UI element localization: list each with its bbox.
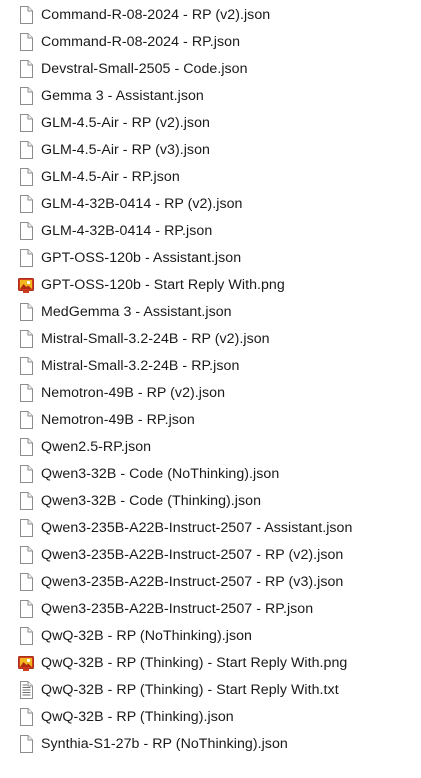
file-list-item[interactable]: GLM-4.5-Air - RP.json [0, 164, 421, 191]
file-list-item[interactable]: MedGemma 3 - Assistant.json [0, 299, 421, 326]
document-file-icon [17, 113, 35, 133]
file-list-item[interactable]: Qwen3-235B-A22B-Instruct-2507 - Assistan… [0, 515, 421, 542]
file-name: QwQ-32B - RP (Thinking) - Start Reply Wi… [41, 655, 348, 671]
file-name: GLM-4.5-Air - RP (v3).json [41, 142, 210, 158]
file-name: Command-R-08-2024 - RP (v2).json [41, 7, 271, 23]
file-name: QwQ-32B - RP (Thinking) - Start Reply Wi… [41, 682, 339, 698]
file-list-item[interactable]: Mistral-Small-3.2-24B - RP.json [0, 353, 421, 380]
file-name: Qwen3-235B-A22B-Instruct-2507 - Assistan… [41, 520, 353, 536]
file-list-item[interactable]: Devstral-Small-2505 - Code.json [0, 56, 421, 83]
file-list: Command-R-08-2024 - RP (v2).json Command… [0, 2, 421, 758]
file-name: MedGemma 3 - Assistant.json [41, 304, 232, 320]
document-file-icon [17, 599, 35, 619]
document-file-icon [17, 32, 35, 52]
file-list-item[interactable]: Qwen2.5-RP.json [0, 434, 421, 461]
file-list-item[interactable]: Qwen3-32B - Code (NoThinking).json [0, 461, 421, 488]
document-file-icon [17, 167, 35, 187]
document-file-icon [17, 383, 35, 403]
file-list-item[interactable]: QwQ-32B - RP (Thinking) - Start Reply Wi… [0, 650, 421, 677]
file-list-item[interactable]: Qwen3-235B-A22B-Instruct-2507 - RP (v3).… [0, 569, 421, 596]
file-list-item[interactable]: GLM-4-32B-0414 - RP (v2).json [0, 191, 421, 218]
file-list-item[interactable]: GLM-4.5-Air - RP (v2).json [0, 110, 421, 137]
document-file-icon [17, 59, 35, 79]
file-name: Gemma 3 - Assistant.json [41, 88, 204, 104]
file-list-item[interactable]: QwQ-32B - RP (Thinking) - Start Reply Wi… [0, 677, 421, 704]
document-file-icon [17, 5, 35, 25]
file-name: Qwen3-235B-A22B-Instruct-2507 - RP.json [41, 601, 314, 617]
file-name: GLM-4.5-Air - RP (v2).json [41, 115, 210, 131]
file-name: Qwen3-32B - Code (Thinking).json [41, 493, 262, 509]
file-name: GLM-4-32B-0414 - RP (v2).json [41, 196, 243, 212]
text-file-icon [17, 680, 35, 700]
document-file-icon [17, 356, 35, 376]
document-file-icon [17, 734, 35, 754]
document-file-icon [17, 707, 35, 727]
document-file-icon [17, 437, 35, 457]
document-file-icon [17, 140, 35, 160]
file-list-item[interactable]: Command-R-08-2024 - RP.json [0, 29, 421, 56]
document-file-icon [17, 86, 35, 106]
file-name: Command-R-08-2024 - RP.json [41, 34, 241, 50]
image-file-icon [17, 275, 35, 295]
document-file-icon [17, 545, 35, 565]
file-name: GLM-4.5-Air - RP.json [41, 169, 180, 185]
file-list-item[interactable]: Mistral-Small-3.2-24B - RP (v2).json [0, 326, 421, 353]
file-name: Mistral-Small-3.2-24B - RP (v2).json [41, 331, 270, 347]
file-name: QwQ-32B - RP (NoThinking).json [41, 628, 252, 644]
file-name: GLM-4-32B-0414 - RP.json [41, 223, 213, 239]
file-list-item[interactable]: GPT-OSS-120b - Assistant.json [0, 245, 421, 272]
file-list-item[interactable]: GLM-4.5-Air - RP (v3).json [0, 137, 421, 164]
document-file-icon [17, 464, 35, 484]
file-name: Qwen3-235B-A22B-Instruct-2507 - RP (v3).… [41, 574, 344, 590]
file-name: Qwen3-32B - Code (NoThinking).json [41, 466, 280, 482]
file-list-item[interactable]: Nemotron-49B - RP (v2).json [0, 380, 421, 407]
file-list-item[interactable]: Gemma 3 - Assistant.json [0, 83, 421, 110]
file-list-item[interactable]: Qwen3-235B-A22B-Instruct-2507 - RP.json [0, 596, 421, 623]
file-list-item[interactable]: Qwen3-32B - Code (Thinking).json [0, 488, 421, 515]
document-file-icon [17, 248, 35, 268]
file-list-item[interactable]: QwQ-32B - RP (Thinking).json [0, 704, 421, 731]
file-name: GPT-OSS-120b - Assistant.json [41, 250, 242, 266]
file-list-item[interactable]: GPT-OSS-120b - Start Reply With.png [0, 272, 421, 299]
file-name: Nemotron-49B - RP (v2).json [41, 385, 226, 401]
file-list-item[interactable]: GLM-4-32B-0414 - RP.json [0, 218, 421, 245]
file-name: Devstral-Small-2505 - Code.json [41, 61, 248, 77]
file-list-item[interactable]: Command-R-08-2024 - RP (v2).json [0, 2, 421, 29]
document-file-icon [17, 572, 35, 592]
document-file-icon [17, 626, 35, 646]
file-name: Mistral-Small-3.2-24B - RP.json [41, 358, 240, 374]
document-file-icon [17, 194, 35, 214]
file-name: GPT-OSS-120b - Start Reply With.png [41, 277, 285, 293]
document-file-icon [17, 329, 35, 349]
file-name: Qwen3-235B-A22B-Instruct-2507 - RP (v2).… [41, 547, 344, 563]
file-name: Nemotron-49B - RP.json [41, 412, 195, 428]
file-list-item[interactable]: Synthia-S1-27b - RP (NoThinking).json [0, 731, 421, 758]
file-name: Synthia-S1-27b - RP (NoThinking).json [41, 736, 288, 752]
file-name: Qwen2.5-RP.json [41, 439, 152, 455]
image-file-icon [17, 653, 35, 673]
document-file-icon [17, 302, 35, 322]
file-list-item[interactable]: Qwen3-235B-A22B-Instruct-2507 - RP (v2).… [0, 542, 421, 569]
document-file-icon [17, 491, 35, 511]
document-file-icon [17, 410, 35, 430]
file-list-item[interactable]: QwQ-32B - RP (NoThinking).json [0, 623, 421, 650]
document-file-icon [17, 518, 35, 538]
file-name: QwQ-32B - RP (Thinking).json [41, 709, 234, 725]
document-file-icon [17, 221, 35, 241]
file-list-item[interactable]: Nemotron-49B - RP.json [0, 407, 421, 434]
